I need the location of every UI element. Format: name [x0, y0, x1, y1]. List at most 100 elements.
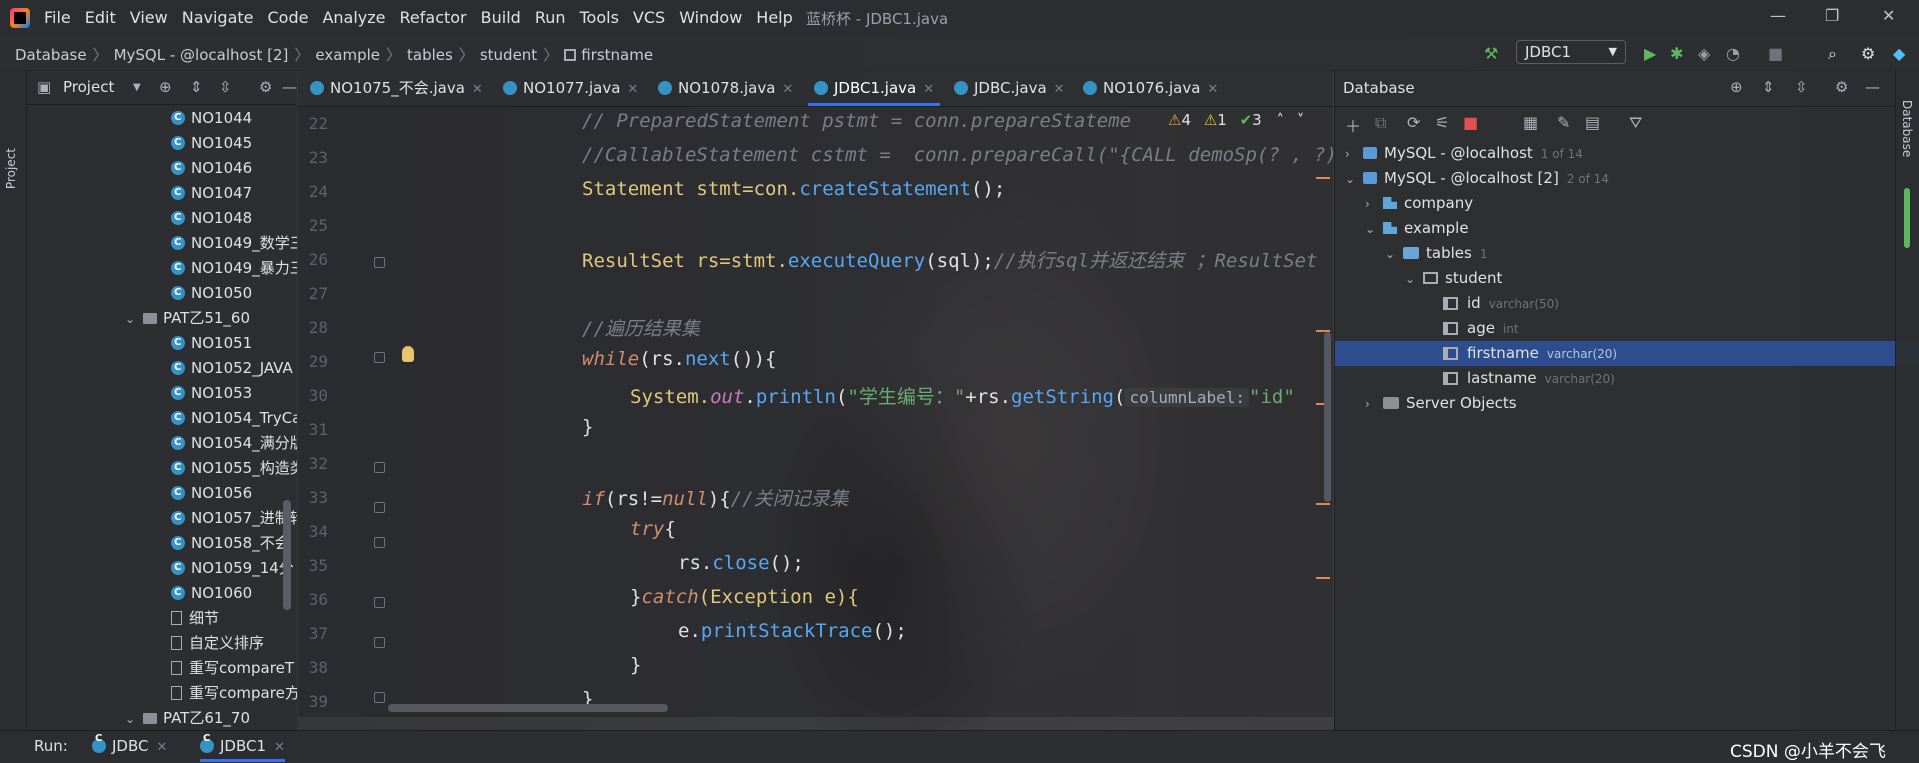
debug-icon[interactable]: ✱ — [1670, 44, 1683, 63]
project-tool-button[interactable]: Project — [4, 148, 18, 189]
tab-no1075[interactable]: NO1075_不会.java ✕ — [310, 70, 483, 106]
chevron-down-icon[interactable]: ⌄ — [1385, 242, 1403, 267]
close-icon[interactable]: ✕ — [1207, 82, 1218, 97]
collapse-all-icon[interactable]: ⇳ — [1795, 78, 1808, 96]
chevron-right-icon[interactable]: › — [1365, 192, 1383, 217]
menu-build[interactable]: Build — [481, 8, 521, 27]
db-tree-schema[interactable]: ⌄ example — [1335, 216, 1895, 241]
fold-marker[interactable] — [374, 352, 385, 363]
expand-all-icon[interactable]: ⇕ — [1762, 78, 1775, 96]
fold-marker[interactable] — [374, 462, 385, 473]
tree-item[interactable]: NO1047 — [27, 181, 297, 206]
close-window-icon[interactable]: ✕ — [1882, 6, 1895, 25]
menu-navigate[interactable]: Navigate — [182, 8, 254, 27]
chevron-right-icon[interactable]: › — [1345, 142, 1363, 167]
run-tab-jdbc[interactable]: JDBC ✕ — [92, 733, 167, 755]
tree-item[interactable]: NO1044 — [27, 106, 297, 131]
tree-folder[interactable]: ⌄ PAT乙51_60 — [27, 306, 297, 331]
expand-all-icon[interactable]: ⇕ — [190, 78, 203, 96]
database-tool-button[interactable]: Database — [1900, 100, 1914, 157]
collapse-all-icon[interactable]: ⇳ — [219, 78, 232, 96]
chevron-up-icon[interactable]: ˄ — [1276, 111, 1284, 129]
menu-help[interactable]: Help — [756, 8, 792, 27]
tree-item[interactable]: NO1050 — [27, 281, 297, 306]
close-icon[interactable]: ✕ — [472, 82, 483, 97]
fold-marker[interactable] — [374, 537, 385, 548]
menu-view[interactable]: View — [130, 8, 168, 27]
menu-code[interactable]: Code — [268, 8, 309, 27]
tree-item[interactable]: NO1059_14分 — [27, 556, 297, 581]
breadcrumb-schema[interactable]: example — [315, 46, 380, 64]
tab-no1077[interactable]: NO1077.java ✕ — [503, 70, 638, 106]
tab-no1076[interactable]: NO1076.java ✕ — [1083, 70, 1218, 106]
profile-icon[interactable]: ◔ — [1726, 44, 1740, 63]
breadcrumb-tables[interactable]: tables — [407, 46, 453, 64]
close-icon[interactable]: ✕ — [782, 82, 793, 97]
chevron-right-icon[interactable]: › — [1365, 392, 1383, 417]
db-tree-folder[interactable]: ⌄ tables 1 — [1335, 241, 1895, 266]
locate-icon[interactable]: ⊕ — [1730, 78, 1743, 96]
fold-marker[interactable] — [374, 637, 385, 648]
stop-icon[interactable]: ■ — [1768, 44, 1783, 63]
error-stripe-marker[interactable] — [1316, 503, 1330, 505]
fold-marker[interactable] — [374, 257, 385, 268]
menu-vcs[interactable]: VCS — [633, 8, 665, 27]
build-hammer-icon[interactable]: ⚒ — [1484, 44, 1498, 63]
restore-icon[interactable]: ❐ — [1825, 6, 1839, 25]
editor-vertical-scrollbar[interactable] — [1324, 332, 1331, 502]
table-view-icon[interactable]: ▦ — [1523, 113, 1538, 132]
menu-refactor[interactable]: Refactor — [400, 8, 467, 27]
close-icon[interactable]: ✕ — [156, 740, 167, 755]
tree-item[interactable]: NO1055_构造类 — [27, 456, 297, 481]
db-tree-column[interactable]: age int — [1335, 316, 1895, 341]
menu-analyze[interactable]: Analyze — [322, 8, 385, 27]
tree-item[interactable]: NO1053 — [27, 381, 297, 406]
settings-gear-icon[interactable]: ⚙ — [1861, 44, 1875, 63]
tree-item[interactable]: NO1049_数学三 — [27, 231, 297, 256]
editor-horizontal-scrollbar[interactable] — [388, 704, 668, 712]
run-tab-jdbc1[interactable]: JDBC1 ✕ — [200, 733, 285, 762]
chevron-down-icon[interactable]: ⌄ — [125, 707, 143, 731]
tree-item[interactable]: NO1060 — [27, 581, 297, 606]
run-configuration-select[interactable]: JDBC1 ▼ — [1516, 40, 1626, 64]
db-tree-column[interactable]: id varchar(50) — [1335, 291, 1895, 316]
project-panel-title[interactable]: Project — [63, 78, 114, 96]
close-icon[interactable]: ✕ — [627, 82, 638, 97]
tree-item[interactable]: NO1058_不会 — [27, 531, 297, 556]
tree-item[interactable]: 细节 — [27, 606, 297, 631]
settings-gear-icon[interactable]: ⚙ — [259, 78, 272, 96]
db-tree-table[interactable]: ⌄ student — [1335, 266, 1895, 291]
tab-no1078[interactable]: NO1078.java ✕ — [658, 70, 793, 106]
toolbox-icon[interactable]: ◆ — [1893, 44, 1905, 63]
tab-jdbc1[interactable]: JDBC1.java ✕ — [808, 70, 941, 106]
copy-icon[interactable]: ⧉ — [1375, 113, 1386, 133]
tree-item[interactable]: NO1051 — [27, 331, 297, 356]
minimize-icon[interactable]: — — [1770, 6, 1786, 25]
chevron-down-icon[interactable]: ⌄ — [1365, 217, 1383, 242]
intention-bulb-icon[interactable] — [402, 346, 414, 362]
hide-panel-icon[interactable]: — — [282, 78, 297, 96]
menu-window[interactable]: Window — [679, 8, 742, 27]
breadcrumb-connection[interactable]: MySQL - @localhost [2] — [114, 46, 289, 64]
tree-folder[interactable]: ⌄ PAT乙61_70 — [27, 706, 297, 731]
search-icon[interactable]: ⌕ — [1828, 44, 1837, 64]
coverage-icon[interactable]: ◈ — [1698, 44, 1710, 63]
breadcrumb-database[interactable]: Database — [15, 46, 87, 64]
locate-icon[interactable]: ⊕ — [159, 78, 172, 96]
fold-marker[interactable] — [374, 502, 385, 513]
refresh-icon[interactable]: ⟳ — [1407, 113, 1420, 132]
tree-item[interactable]: NO1054_满分版 — [27, 431, 297, 456]
menu-tools[interactable]: Tools — [580, 8, 619, 27]
project-scrollbar[interactable] — [283, 500, 291, 610]
breadcrumb-column[interactable]: firstname — [581, 46, 653, 64]
fold-marker[interactable] — [374, 597, 385, 608]
sql-console-icon[interactable]: ▤ — [1585, 113, 1600, 132]
tree-item[interactable]: NO1049_暴力三 — [27, 256, 297, 281]
settings-gear-icon[interactable]: ⚙ — [1835, 78, 1848, 96]
db-tree-db[interactable]: ⌄ MySQL - @localhost [2] 2 of 14 — [1335, 166, 1895, 191]
tree-item[interactable]: NO1054_TryCa — [27, 406, 297, 431]
tree-item[interactable]: NO1046 — [27, 156, 297, 181]
run-icon[interactable]: ▶ — [1644, 44, 1656, 63]
tree-item[interactable]: 重写compare方 — [27, 681, 297, 706]
schema-sync-icon[interactable]: ⚟ — [1435, 113, 1449, 132]
